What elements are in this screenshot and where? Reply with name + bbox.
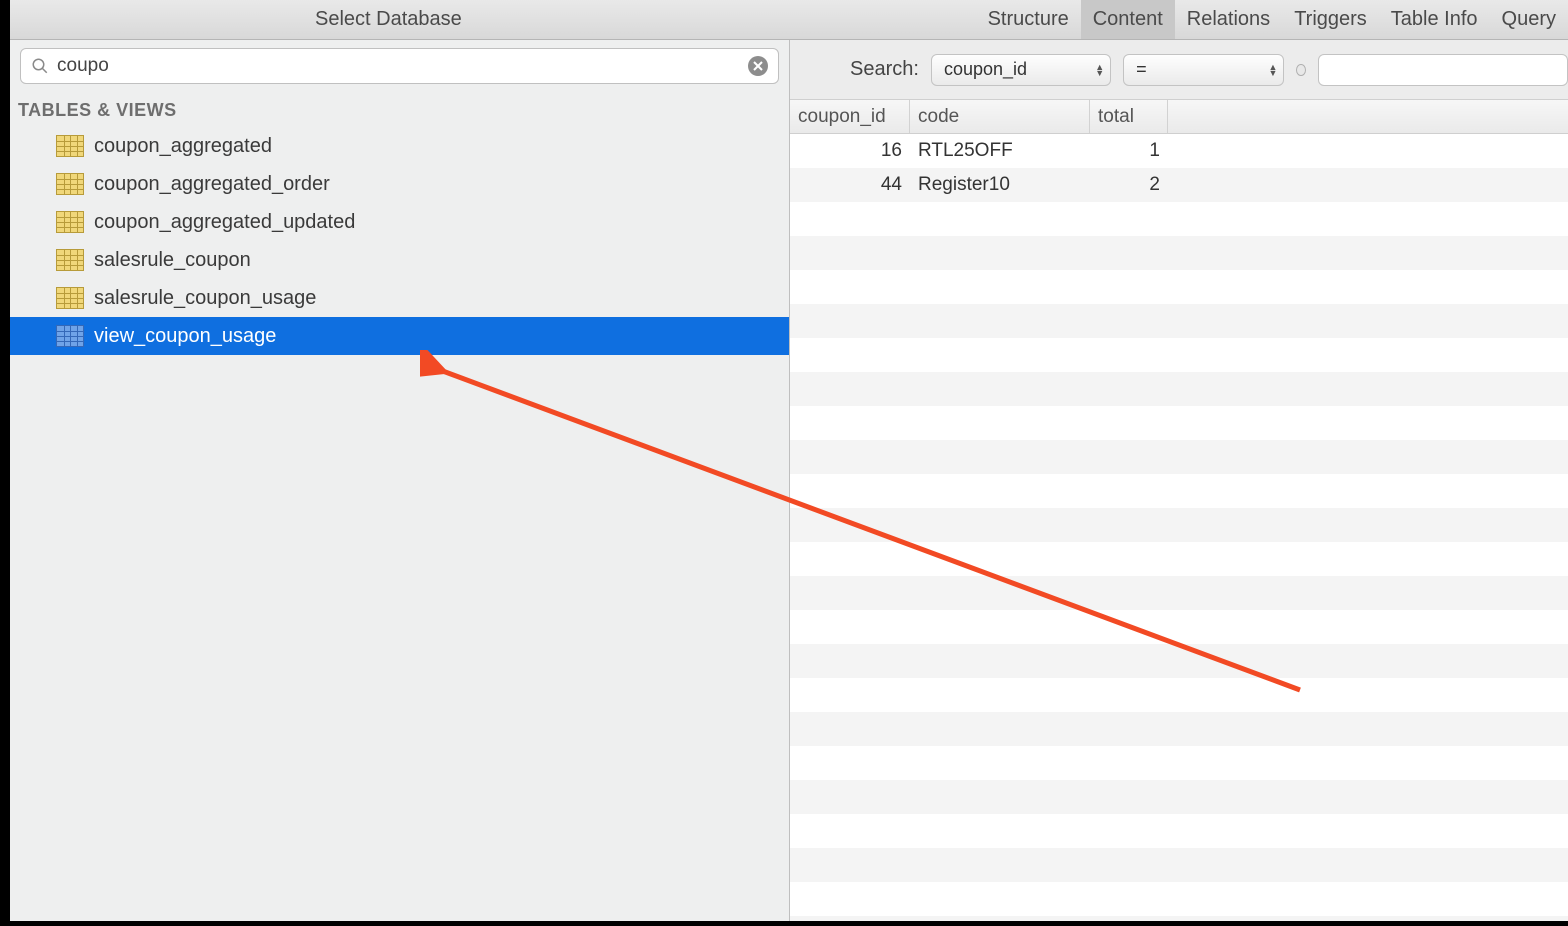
table-row bbox=[790, 508, 1568, 542]
cell-total[interactable]: 2 bbox=[1090, 174, 1168, 196]
table-item-coupon-aggregated-updated[interactable]: coupon_aggregated_updated bbox=[10, 203, 789, 241]
filter-operator-dropdown[interactable]: = ▲▼ bbox=[1123, 54, 1284, 86]
table-row bbox=[790, 848, 1568, 882]
table-item-coupon-aggregated[interactable]: coupon_aggregated bbox=[10, 127, 789, 165]
filter-value-input[interactable] bbox=[1318, 54, 1568, 86]
tab-relations[interactable]: Relations bbox=[1175, 0, 1282, 39]
table-icon bbox=[56, 135, 84, 157]
table-row bbox=[790, 780, 1568, 814]
sidebar-search[interactable] bbox=[20, 48, 779, 84]
tab-bar: Structure Content Relations Triggers Tab… bbox=[976, 0, 1568, 39]
table-item-salesrule-coupon-usage[interactable]: salesrule_coupon_usage bbox=[10, 279, 789, 317]
table-item-label: salesrule_coupon_usage bbox=[94, 287, 316, 310]
table-icon bbox=[56, 287, 84, 309]
view-icon bbox=[56, 325, 84, 347]
table-row bbox=[790, 644, 1568, 678]
table-row bbox=[790, 338, 1568, 372]
content-pane: Search: coupon_id ▲▼ = ▲▼ coupon_id code… bbox=[790, 40, 1568, 921]
table-icon bbox=[56, 173, 84, 195]
filter-field-dropdown[interactable]: coupon_id ▲▼ bbox=[931, 54, 1111, 86]
filter-field-value: coupon_id bbox=[944, 59, 1027, 80]
table-row[interactable]: 44Register102 bbox=[790, 168, 1568, 202]
table-item-coupon-aggregated-order[interactable]: coupon_aggregated_order bbox=[10, 165, 789, 203]
table-row bbox=[790, 610, 1568, 644]
sidebar-search-input[interactable] bbox=[57, 55, 748, 77]
tab-query[interactable]: Query bbox=[1490, 0, 1568, 39]
table-item-label: coupon_aggregated_updated bbox=[94, 211, 355, 234]
table-item-label: coupon_aggregated bbox=[94, 135, 272, 158]
window-bottom-edge bbox=[0, 921, 1568, 926]
cell-code[interactable]: RTL25OFF bbox=[910, 140, 1090, 162]
table-row bbox=[790, 576, 1568, 610]
grid-header: coupon_id code total bbox=[790, 100, 1568, 134]
filter-operator-value: = bbox=[1136, 59, 1147, 80]
table-row bbox=[790, 882, 1568, 916]
cell-coupon-id[interactable]: 16 bbox=[790, 140, 910, 162]
filter-indicator-icon bbox=[1296, 64, 1306, 76]
table-icon bbox=[56, 211, 84, 233]
table-row bbox=[790, 746, 1568, 780]
table-row bbox=[790, 474, 1568, 508]
sidebar: TABLES & VIEWS coupon_aggregated coupon_… bbox=[10, 40, 790, 921]
table-row bbox=[790, 372, 1568, 406]
chevron-updown-icon: ▲▼ bbox=[1269, 64, 1278, 76]
clear-search-icon[interactable] bbox=[748, 56, 768, 76]
select-database-button[interactable]: Select Database bbox=[315, 8, 462, 31]
cell-total[interactable]: 1 bbox=[1090, 140, 1168, 162]
tables-list: coupon_aggregated coupon_aggregated_orde… bbox=[10, 127, 789, 355]
table-row bbox=[790, 440, 1568, 474]
tab-content[interactable]: Content bbox=[1081, 0, 1175, 39]
filter-bar: Search: coupon_id ▲▼ = ▲▼ bbox=[790, 40, 1568, 100]
filter-label: Search: bbox=[850, 58, 919, 81]
cell-code[interactable]: Register10 bbox=[910, 174, 1090, 196]
table-row bbox=[790, 270, 1568, 304]
table-item-label: coupon_aggregated_order bbox=[94, 173, 330, 196]
table-icon bbox=[56, 249, 84, 271]
tab-structure[interactable]: Structure bbox=[976, 0, 1081, 39]
table-item-label: salesrule_coupon bbox=[94, 249, 251, 272]
table-row bbox=[790, 406, 1568, 440]
chevron-updown-icon: ▲▼ bbox=[1095, 64, 1104, 76]
tables-views-header: TABLES & VIEWS bbox=[10, 92, 789, 127]
cell-coupon-id[interactable]: 44 bbox=[790, 174, 910, 196]
table-row[interactable]: 16RTL25OFF1 bbox=[790, 134, 1568, 168]
tab-triggers[interactable]: Triggers bbox=[1282, 0, 1379, 39]
top-toolbar: Select Database Structure Content Relati… bbox=[10, 0, 1568, 40]
window-left-edge bbox=[0, 0, 10, 926]
table-row bbox=[790, 712, 1568, 746]
grid-body: 16RTL25OFF144Register102 bbox=[790, 134, 1568, 921]
column-header-coupon-id[interactable]: coupon_id bbox=[790, 100, 910, 133]
table-row bbox=[790, 236, 1568, 270]
column-header-total[interactable]: total bbox=[1090, 100, 1168, 133]
tab-table-info[interactable]: Table Info bbox=[1379, 0, 1490, 39]
table-row bbox=[790, 304, 1568, 338]
table-item-label: view_coupon_usage bbox=[94, 325, 276, 348]
table-row bbox=[790, 542, 1568, 576]
table-row bbox=[790, 916, 1568, 921]
table-item-view-coupon-usage[interactable]: view_coupon_usage bbox=[10, 317, 789, 355]
table-row bbox=[790, 678, 1568, 712]
table-item-salesrule-coupon[interactable]: salesrule_coupon bbox=[10, 241, 789, 279]
table-row bbox=[790, 814, 1568, 848]
search-icon bbox=[31, 57, 49, 75]
table-row bbox=[790, 202, 1568, 236]
column-header-code[interactable]: code bbox=[910, 100, 1090, 133]
